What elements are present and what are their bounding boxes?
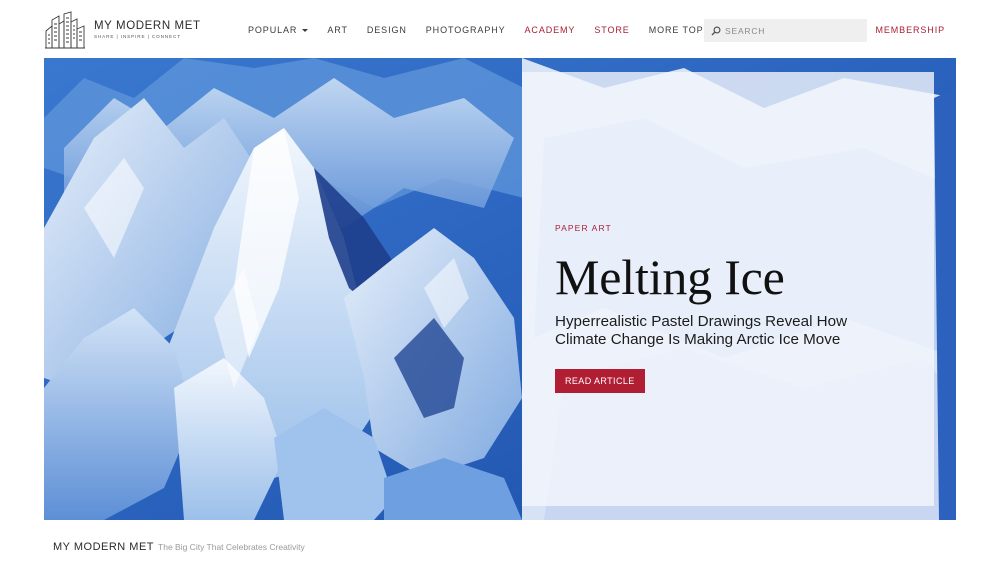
read-article-button[interactable]: READ ARTICLE (555, 369, 645, 393)
section-tagline: The Big City That Celebrates Creativity (158, 542, 305, 552)
section-heading: MY MODERN MET The Big City That Celebrat… (53, 541, 305, 553)
nav-item-art[interactable]: ART (327, 25, 348, 35)
hero-subtitle: Hyperrealistic Pastel Drawings Reveal Ho… (555, 313, 915, 349)
nav-item-design[interactable]: DESIGN (367, 25, 407, 35)
search-box[interactable] (704, 19, 867, 42)
search-input[interactable] (725, 25, 865, 36)
nav-item-label: POPULAR (248, 25, 298, 35)
logo-text: MY MODERN MET SHARE | INSPIRE | CONNECT (94, 20, 201, 40)
hero-title[interactable]: Melting Ice (555, 246, 915, 308)
hero-overlay-panel: PAPER ART Melting Ice Hyperrealistic Pas… (522, 72, 934, 506)
nav-item-photography[interactable]: PHOTOGRAPHY (426, 25, 506, 35)
nav-item-label: PHOTOGRAPHY (425, 25, 506, 35)
membership-link[interactable]: MEMBERSHIP (875, 25, 945, 35)
nav-item-label: ACADEMY (524, 25, 576, 35)
section-brand: MY MODERN MET (53, 541, 155, 553)
site-header: MY MODERN MET SHARE | INSPIRE | CONNECT … (0, 0, 1000, 58)
logo-tagline: SHARE | INSPIRE | CONNECT (94, 34, 181, 39)
hero-content: PAPER ART Melting Ice Hyperrealistic Pas… (555, 218, 915, 393)
hero-category[interactable]: PAPER ART (555, 223, 612, 233)
hero-subtitle-line-2: Climate Change Is Making Arctic Ice Move (555, 331, 841, 348)
nav-item-popular[interactable]: POPULAR (248, 25, 309, 35)
city-skyline-logo-icon (45, 11, 85, 49)
nav-item-label: ART (327, 25, 348, 35)
main-nav: POPULAR ART DESIGN PHOTOGRAPHY ACADEMY S… (248, 22, 751, 38)
site-logo[interactable]: MY MODERN MET SHARE | INSPIRE | CONNECT (44, 11, 201, 49)
hero-subtitle-line-1: Hyperrealistic Pastel Drawings Reveal Ho… (555, 313, 848, 330)
nav-item-store[interactable]: STORE (594, 25, 629, 35)
nav-item-label: DESIGN (366, 25, 407, 35)
search-icon (711, 25, 721, 35)
caret-down-icon (302, 28, 309, 32)
logo-name: MY MODERN MET (94, 20, 201, 32)
hero-banner[interactable]: PAPER ART Melting Ice Hyperrealistic Pas… (44, 58, 956, 520)
nav-item-label: STORE (594, 25, 630, 35)
nav-item-academy[interactable]: ACADEMY (525, 25, 576, 35)
